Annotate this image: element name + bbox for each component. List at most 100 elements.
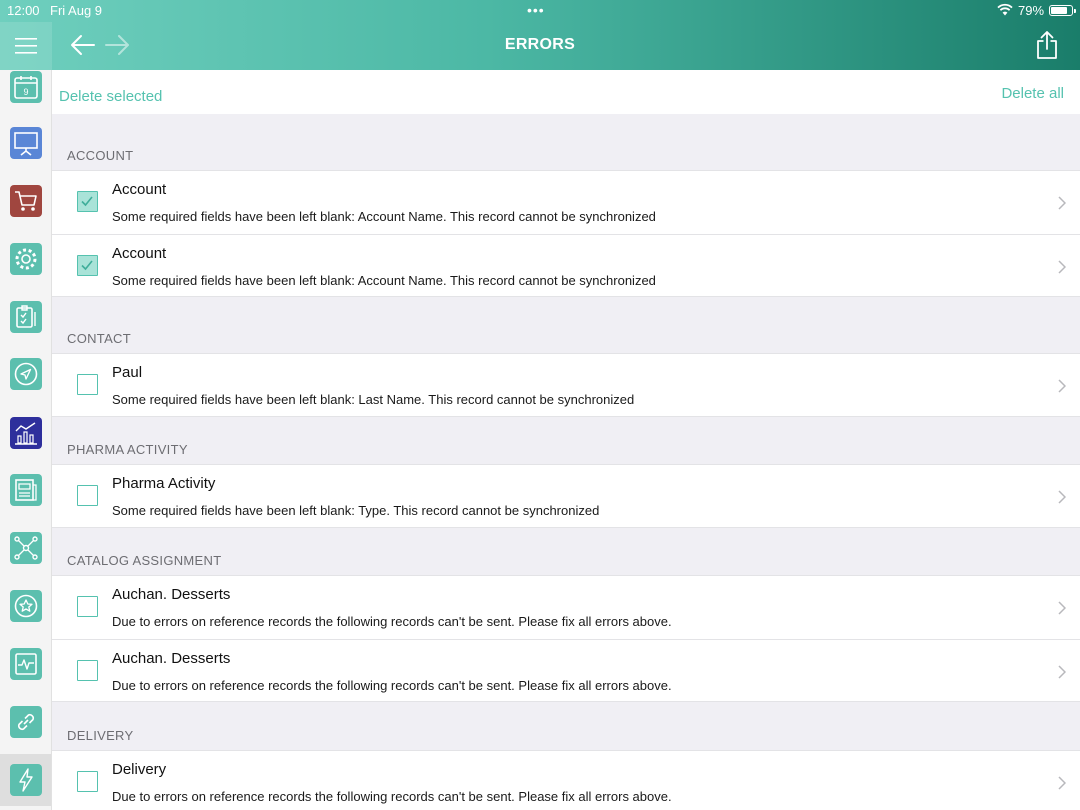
row-checkbox[interactable] [77, 485, 98, 506]
sidebar-item-favorites[interactable] [0, 580, 51, 632]
sidebar-item-calendar[interactable]: 9 [0, 70, 51, 113]
delete-all-button[interactable]: Delete all [1001, 85, 1064, 102]
section-header: CATALOG ASSIGNMENT [52, 519, 1080, 575]
row-title: Paul [112, 364, 143, 381]
chevron-right-icon [1058, 379, 1066, 393]
section-header: DELIVERY [52, 694, 1080, 750]
sidebar-item-presentations[interactable] [0, 117, 51, 169]
cart-icon [15, 191, 37, 211]
chevron-right-icon [1058, 196, 1066, 210]
row-checkbox[interactable] [77, 771, 98, 792]
checkmark-icon [81, 196, 93, 207]
calendar-day: 9 [23, 87, 28, 97]
newspaper-icon [15, 479, 37, 501]
sidebar-icon-bg [10, 243, 42, 275]
error-row[interactable]: Auchan. Desserts Due to errors on refere… [52, 638, 1080, 702]
sidebar-item-links[interactable] [0, 696, 51, 748]
battery-percentage: 79% [1018, 3, 1045, 18]
section-header-label: CATALOG ASSIGNMENT [67, 553, 222, 568]
chevron-right-icon [1058, 776, 1066, 790]
section-catalog-assignment: CATALOG ASSIGNMENT Auchan. Desserts Due … [52, 519, 1080, 702]
row-title: Pharma Activity [112, 475, 216, 492]
row-message: Some required fields have been left blan… [112, 209, 656, 224]
sidebar-icon-bg [10, 590, 42, 622]
network-icon [14, 536, 38, 560]
sidebar-icon-bg [10, 474, 42, 506]
link-icon [17, 713, 35, 731]
sidebar-icon-bg: 9 [10, 71, 42, 103]
sidebar-item-tasks[interactable] [0, 291, 51, 343]
error-row[interactable]: Pharma Activity Some required fields hav… [52, 464, 1080, 528]
section-delivery: DELIVERY Delivery Due to errors on refer… [52, 694, 1080, 810]
app-window: 12:00 Fri Aug 9 ••• 79% ERRORS 9 Delete … [0, 0, 1080, 810]
sidebar-item-orders[interactable] [0, 175, 51, 227]
delete-selected-button[interactable]: Delete selected [59, 88, 162, 105]
sidebar-icon-bg [10, 764, 42, 796]
status-bar: 12:00 Fri Aug 9 ••• 79% [0, 0, 1080, 22]
section-header-label: ACCOUNT [67, 148, 134, 163]
sidebar-item-activity[interactable] [0, 638, 51, 690]
lightning-icon [19, 768, 33, 792]
section-contact: CONTACT Paul Some required fields have b… [52, 297, 1080, 417]
section-pharma-activity: PHARMA ACTIVITY Pharma Activity Some req… [52, 408, 1080, 528]
wifi-icon [997, 3, 1013, 16]
page-title: ERRORS [504, 36, 576, 53]
error-row[interactable]: Auchan. Desserts Due to errors on refere… [52, 575, 1080, 639]
sidebar-item-network[interactable] [0, 522, 51, 574]
sidebar-icon-bg [10, 185, 42, 217]
section-header: ACCOUNT [52, 114, 1080, 170]
multitasking-dots-icon[interactable]: ••• [527, 2, 545, 18]
sidebar-icon-bg [10, 301, 42, 333]
presentation-icon [14, 132, 38, 156]
error-row[interactable]: Account Some required fields have been l… [52, 170, 1080, 234]
row-checkbox[interactable] [77, 659, 98, 681]
sidebar-icon-bg [10, 532, 42, 564]
row-title: Account [112, 244, 167, 262]
sidebar: 9 [0, 70, 52, 810]
navigation-icon [14, 362, 38, 386]
star-icon [14, 594, 38, 618]
error-row[interactable]: Account Some required fields have been l… [52, 233, 1080, 297]
row-title: Account [112, 181, 167, 198]
sidebar-item-analytics[interactable] [0, 407, 51, 459]
battery-icon [1049, 5, 1076, 16]
sidebar-item-settings[interactable] [0, 233, 51, 285]
chevron-right-icon [1058, 490, 1066, 504]
share-icon[interactable] [1036, 30, 1058, 60]
clipboard-icon [16, 305, 36, 328]
error-row[interactable]: Delivery Due to errors on reference reco… [52, 750, 1080, 810]
pulse-icon [15, 653, 37, 675]
sidebar-icon-bg [10, 127, 42, 159]
row-title: Auchan. Desserts [112, 586, 231, 603]
chevron-right-icon [1058, 259, 1066, 274]
navigation-header: 12:00 Fri Aug 9 ••• 79% ERRORS [0, 0, 1080, 70]
section-header-label: CONTACT [67, 331, 131, 346]
error-row[interactable]: Paul Some required fields have been left… [52, 353, 1080, 417]
row-checkbox[interactable] [77, 374, 98, 395]
section-header: PHARMA ACTIVITY [52, 408, 1080, 464]
calendar-icon: 9 [14, 76, 38, 99]
row-message: Some required fields have been left blan… [112, 272, 656, 288]
row-checkbox[interactable] [77, 191, 98, 212]
sidebar-item-news[interactable] [0, 464, 51, 516]
sidebar-icon-bg [10, 706, 42, 738]
sidebar-item-errors[interactable] [0, 754, 51, 806]
chevron-right-icon [1058, 601, 1066, 615]
section-header-label: DELIVERY [67, 728, 134, 743]
row-title: Auchan. Desserts [112, 649, 231, 667]
row-message: Due to errors on reference records the f… [112, 614, 672, 629]
row-message: Due to errors on reference records the f… [112, 789, 672, 804]
row-message: Some required fields have been left blan… [112, 503, 600, 518]
checkmark-icon [81, 259, 93, 270]
row-message: Due to errors on reference records the f… [112, 677, 672, 693]
chevron-right-icon [1058, 664, 1066, 679]
row-message: Some required fields have been left blan… [112, 392, 635, 407]
row-title: Delivery [112, 761, 167, 778]
sidebar-item-navigation[interactable] [0, 348, 51, 400]
row-checkbox[interactable] [77, 596, 98, 617]
section-account: ACCOUNT Account Some required fields hav… [52, 114, 1080, 297]
row-checkbox[interactable] [77, 254, 98, 276]
gear-icon [15, 248, 37, 270]
errors-list: Delete selected Delete all ACCOUNT Accou… [52, 70, 1080, 810]
action-toolbar: Delete selected Delete all [52, 70, 1080, 114]
